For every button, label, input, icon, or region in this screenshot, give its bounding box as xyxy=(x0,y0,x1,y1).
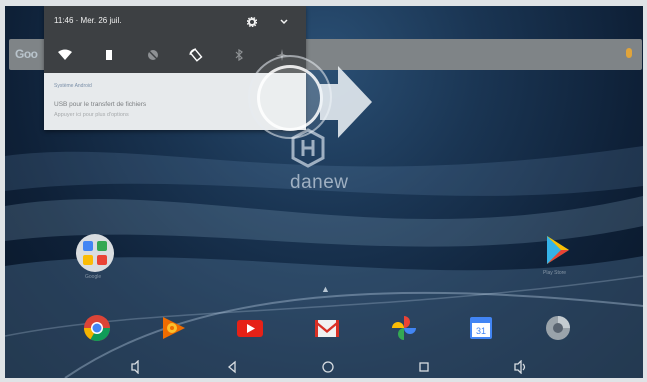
google-play-music-icon[interactable] xyxy=(159,314,187,342)
calendar-icon[interactable]: 31 xyxy=(467,314,495,342)
volume-up-icon[interactable] xyxy=(513,360,527,374)
home-screen: Goo danew Google Play Store ▲ 31 11:46 ·… xyxy=(5,6,643,378)
google-folder-label: Google xyxy=(85,274,102,280)
recents-icon[interactable] xyxy=(418,360,430,374)
volume-down-icon[interactable] xyxy=(130,360,140,374)
status-time-date: 11:46 · Mer. 26 juil. xyxy=(54,16,122,25)
auto-rotate-icon[interactable] xyxy=(189,48,203,62)
navigation-bar xyxy=(5,356,643,378)
play-store-label: Play Store xyxy=(543,270,567,276)
swipe-touch-point xyxy=(257,65,323,131)
do-not-disturb-icon[interactable] xyxy=(146,48,160,62)
back-icon[interactable] xyxy=(226,360,238,374)
battery-icon[interactable] xyxy=(102,48,116,62)
wifi-icon[interactable] xyxy=(58,48,72,62)
chrome-icon[interactable] xyxy=(83,314,111,342)
camera-icon[interactable] xyxy=(544,314,572,342)
notification-app-name: Système Android xyxy=(54,83,92,89)
google-folder-icon[interactable] xyxy=(75,233,115,273)
swipe-right-arrow-icon xyxy=(320,66,372,138)
app-drawer-arrow-icon[interactable]: ▲ xyxy=(321,284,330,294)
calendar-day: 31 xyxy=(476,326,486,336)
play-store-icon[interactable] xyxy=(543,234,573,266)
youtube-icon[interactable] xyxy=(236,314,264,342)
home-icon[interactable] xyxy=(321,360,335,374)
photos-icon[interactable] xyxy=(390,314,418,342)
brand-name: danew xyxy=(290,172,349,193)
gmail-icon[interactable] xyxy=(313,314,341,342)
notification-subtitle: Appuyer ici pour plus d'options xyxy=(54,112,129,118)
gear-icon[interactable] xyxy=(247,17,257,27)
microphone-icon[interactable] xyxy=(626,48,632,58)
google-logo: Goo xyxy=(15,47,38,61)
bluetooth-icon[interactable] xyxy=(232,48,246,62)
chevron-down-icon[interactable] xyxy=(279,17,289,27)
notification-title[interactable]: USB pour le transfert de fichiers xyxy=(54,101,146,108)
